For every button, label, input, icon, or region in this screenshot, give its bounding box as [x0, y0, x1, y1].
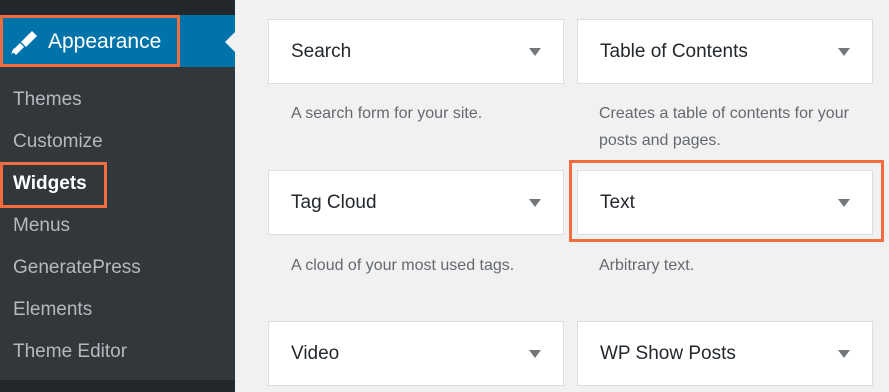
triangle-down-icon[interactable]: [529, 199, 541, 207]
admin-sidebar: Appearance Themes Customize Widgets Menu…: [0, 0, 235, 392]
wp-admin-screen: Appearance Themes Customize Widgets Menu…: [0, 0, 889, 392]
triangle-down-icon[interactable]: [838, 48, 850, 56]
widget-description: Creates a table of contents for your pos…: [599, 105, 849, 149]
sidebar-item-themes[interactable]: Themes: [13, 89, 82, 111]
widget-title: WP Show Posts: [600, 342, 736, 364]
sidebar-item-customize[interactable]: Customize: [13, 131, 103, 153]
triangle-down-icon[interactable]: [529, 350, 541, 358]
triangle-down-icon[interactable]: [838, 350, 850, 358]
widget-title: Tag Cloud: [291, 191, 377, 213]
sidebar-item-theme-editor[interactable]: Theme Editor: [13, 341, 127, 363]
widget-table-of-contents[interactable]: Table of Contents: [577, 19, 873, 84]
sidebar-item-menus[interactable]: Menus: [13, 215, 70, 237]
widget-tag-cloud[interactable]: Tag Cloud: [268, 170, 564, 235]
widget-search[interactable]: Search: [268, 19, 564, 84]
widget-description: A cloud of your most used tags.: [291, 257, 515, 274]
sidebar-item-elements[interactable]: Elements: [13, 299, 92, 321]
sidebar-bottom-strip: [0, 380, 235, 392]
widget-title: Search: [291, 40, 352, 62]
widgets-highlight-box: [0, 162, 107, 208]
widget-title: Video: [291, 342, 340, 364]
widget-description: Arbitrary text.: [599, 257, 695, 274]
text-widget-highlight-box: [569, 160, 884, 242]
current-menu-pointer: [225, 32, 235, 52]
sidebar-top-strip: [0, 0, 235, 15]
widget-description: A search form for your site.: [291, 105, 483, 122]
appearance-highlight-box: [0, 15, 180, 67]
widget-wp-show-posts[interactable]: WP Show Posts: [577, 321, 873, 386]
widget-title: Table of Contents: [600, 40, 748, 62]
sidebar-item-generatepress[interactable]: GeneratePress: [13, 257, 141, 279]
triangle-down-icon[interactable]: [529, 48, 541, 56]
widget-video[interactable]: Video: [268, 321, 564, 386]
